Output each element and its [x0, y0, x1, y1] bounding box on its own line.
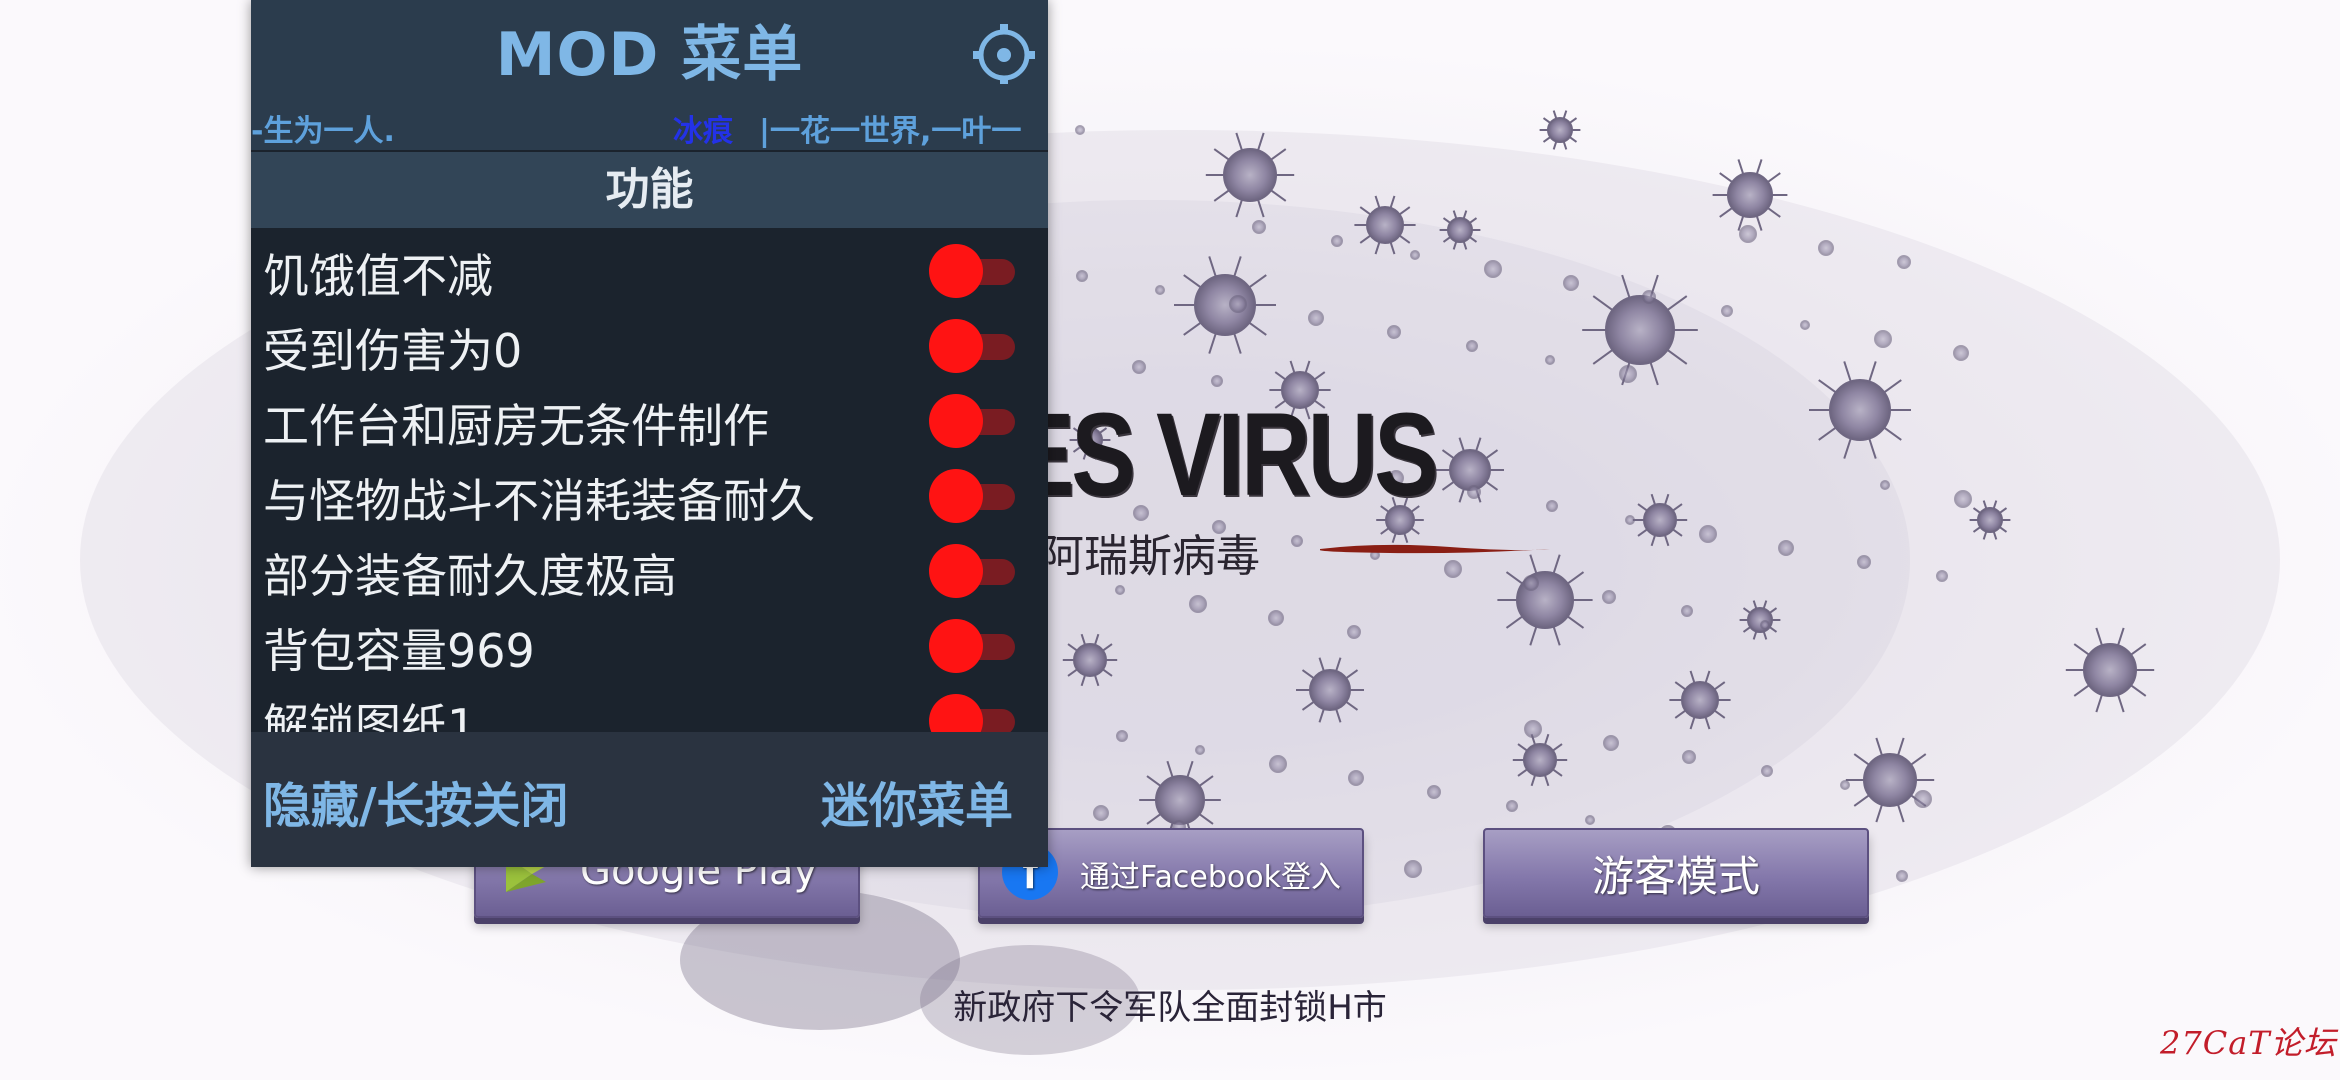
feature-label: 饥饿值不减 — [263, 249, 493, 303]
marquee-author: 冰痕 — [673, 114, 733, 148]
mod-menu-panel: MOD 菜单 -生为一人. 冰痕 |一花一世界,一叶一 功能 饥饿值不减 受到伤… — [251, 0, 1048, 867]
damage-toggle[interactable] — [929, 319, 1019, 373]
game-screen: ES VIRUS 阿瑞斯病毒 Google Play f 通过Facebook登… — [0, 0, 2340, 1080]
guest-mode-label: 游客模式 — [1591, 851, 1760, 901]
forum-watermark: 27CaT论坛 — [2160, 1024, 2337, 1062]
section-header-features: 功能 — [251, 152, 1048, 228]
durability-combat-toggle[interactable] — [929, 469, 1019, 523]
feature-row-backpack: 背包容量969 — [251, 605, 1048, 680]
backpack-toggle[interactable] — [929, 619, 1019, 673]
game-title-chinese: 阿瑞斯病毒 — [1040, 531, 1260, 582]
facebook-login-label: 通过Facebook登入 — [1080, 860, 1341, 895]
feature-label: 工作台和厨房无条件制作 — [263, 399, 769, 453]
game-logo: ES VIRUS 阿瑞斯病毒 — [1010, 389, 1550, 590]
mini-menu-button[interactable]: 迷你菜单 — [821, 766, 1013, 836]
marquee-text-right: |一花一世界,一叶一 — [759, 114, 1022, 148]
blueprint-toggle[interactable] — [929, 694, 1019, 732]
mod-menu-header[interactable]: MOD 菜单 -生为一人. 冰痕 |一花一世界,一叶一 — [251, 0, 1048, 150]
blood-streak-decoration — [1320, 544, 1550, 554]
feature-label: 背包容量969 — [263, 624, 535, 678]
hide-menu-button[interactable]: 隐藏/长按关闭 — [263, 766, 569, 836]
marquee-text-left: -生为一人. — [251, 114, 395, 148]
mod-menu-footer: 隐藏/长按关闭 迷你菜单 — [251, 732, 1048, 867]
feature-label: 与怪物战斗不消耗装备耐久 — [263, 474, 815, 528]
feature-label: 部分装备耐久度极高 — [263, 549, 677, 603]
hunger-toggle[interactable] — [929, 244, 1019, 298]
settings-gear-icon[interactable] — [973, 22, 1035, 84]
feature-row-crafting: 工作台和厨房无条件制作 — [251, 380, 1048, 455]
feature-row-damage: 受到伤害为0 — [251, 305, 1048, 380]
guest-mode-button[interactable]: 游客模式 — [1483, 828, 1869, 918]
author-marquee: -生为一人. 冰痕 |一花一世界,一叶一 — [251, 106, 1048, 148]
feature-row-hunger: 饥饿值不减 — [251, 230, 1048, 305]
feature-label: 受到伤害为0 — [263, 324, 523, 378]
feature-row-durability-high: 部分装备耐久度极高 — [251, 530, 1048, 605]
feature-row-blueprint: 解锁图纸1 — [251, 680, 1048, 732]
feature-list[interactable]: 饥饿值不减 受到伤害为0 工作台和厨房无条件制作 与怪物战斗不消耗装备耐久 部分… — [251, 230, 1048, 732]
feature-row-durability-combat: 与怪物战斗不消耗装备耐久 — [251, 455, 1048, 530]
story-caption: 新政府下令军队全面封锁H市 — [953, 988, 1387, 1028]
mod-menu-title: MOD 菜单 — [495, 20, 804, 90]
game-title-english: ES VIRUS — [1010, 389, 1439, 521]
feature-label: 解锁图纸1 — [263, 699, 477, 732]
durability-high-toggle[interactable] — [929, 544, 1019, 598]
crafting-toggle[interactable] — [929, 394, 1019, 448]
